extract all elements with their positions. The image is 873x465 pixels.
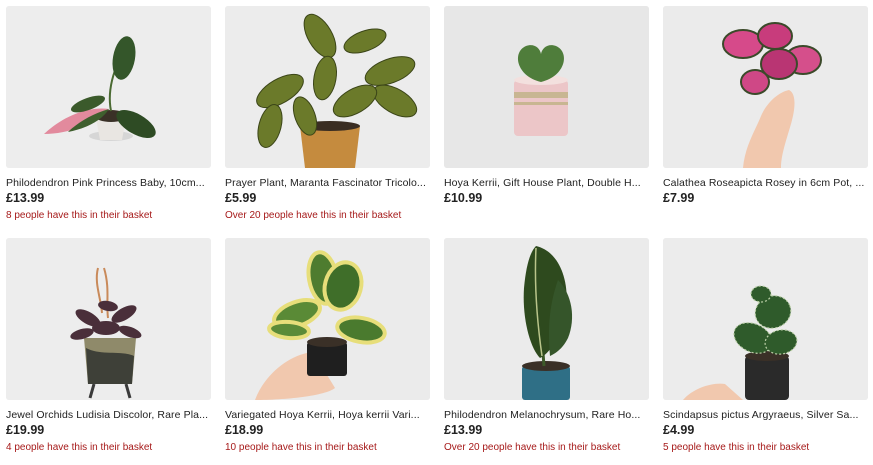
basket-count: 5 people have this in their basket (663, 442, 810, 453)
listing-title[interactable]: Prayer Plant, Maranta Fascinator Tricolo… (225, 177, 430, 189)
basket-count: Over 20 people have this in their basket (444, 442, 621, 453)
listing-title[interactable]: Hoya Kerrii, Gift House Plant, Double H.… (444, 177, 649, 189)
listing-price: £4.99 (663, 423, 695, 437)
listing-title[interactable]: Variegated Hoya Kerrii, Hoya kerrii Vari… (225, 409, 430, 421)
listing-card[interactable]: Hoya Kerrii, Gift House Plant, Double H.… (444, 6, 649, 210)
listing-title[interactable]: Scindapsus pictus Argyraeus, Silver Sa..… (663, 409, 868, 421)
listing-title[interactable]: Jewel Orchids Ludisia Discolor, Rare Pla… (6, 409, 211, 421)
listing-price: £10.99 (444, 191, 483, 205)
listing-card[interactable]: Calathea Roseapicta Rosey in 6cm Pot, ..… (663, 6, 868, 210)
listing-grid: Philodendron Pink Princess Baby, 10cm...… (0, 0, 873, 465)
listing-title[interactable]: Philodendron Melanochrysum, Rare Ho... (444, 409, 649, 421)
listing-price: £13.99 (444, 423, 483, 437)
listing-title[interactable]: Philodendron Pink Princess Baby, 10cm... (6, 177, 211, 189)
listing-price: £13.99 (6, 191, 45, 205)
listing-card[interactable]: Philodendron Melanochrysum, Rare Ho... £… (444, 238, 649, 453)
basket-count: 10 people have this in their basket (225, 442, 377, 453)
listing-card[interactable]: Variegated Hoya Kerrii, Hoya kerrii Vari… (225, 238, 430, 453)
listing-price: £18.99 (225, 423, 264, 437)
listing-title[interactable]: Calathea Roseapicta Rosey in 6cm Pot, ..… (663, 177, 868, 189)
listing-price: £19.99 (6, 423, 45, 437)
listing-card[interactable]: Prayer Plant, Maranta Fascinator Tricolo… (225, 6, 430, 221)
scindapsus-image[interactable] (663, 238, 868, 400)
listing-price: £7.99 (663, 191, 695, 205)
listing-card[interactable]: Scindapsus pictus Argyraeus, Silver Sa..… (663, 238, 868, 453)
basket-count: Over 20 people have this in their basket (225, 210, 402, 221)
jewel-orchid-image[interactable] (6, 238, 211, 400)
listing-card[interactable]: Jewel Orchids Ludisia Discolor, Rare Pla… (6, 238, 211, 453)
hoya-heart-pot-image[interactable] (444, 6, 649, 168)
pink-princess-plant-image[interactable] (6, 6, 211, 168)
listing-card[interactable]: Philodendron Pink Princess Baby, 10cm...… (6, 6, 211, 221)
melanochrysum-image[interactable] (444, 238, 649, 400)
prayer-plant-image[interactable] (225, 6, 430, 168)
listing-price: £5.99 (225, 191, 257, 205)
basket-count: 4 people have this in their basket (6, 442, 153, 453)
variegated-hoya-image[interactable] (225, 238, 430, 400)
basket-count: 8 people have this in their basket (6, 210, 153, 221)
calathea-in-hand-image[interactable] (663, 6, 868, 168)
